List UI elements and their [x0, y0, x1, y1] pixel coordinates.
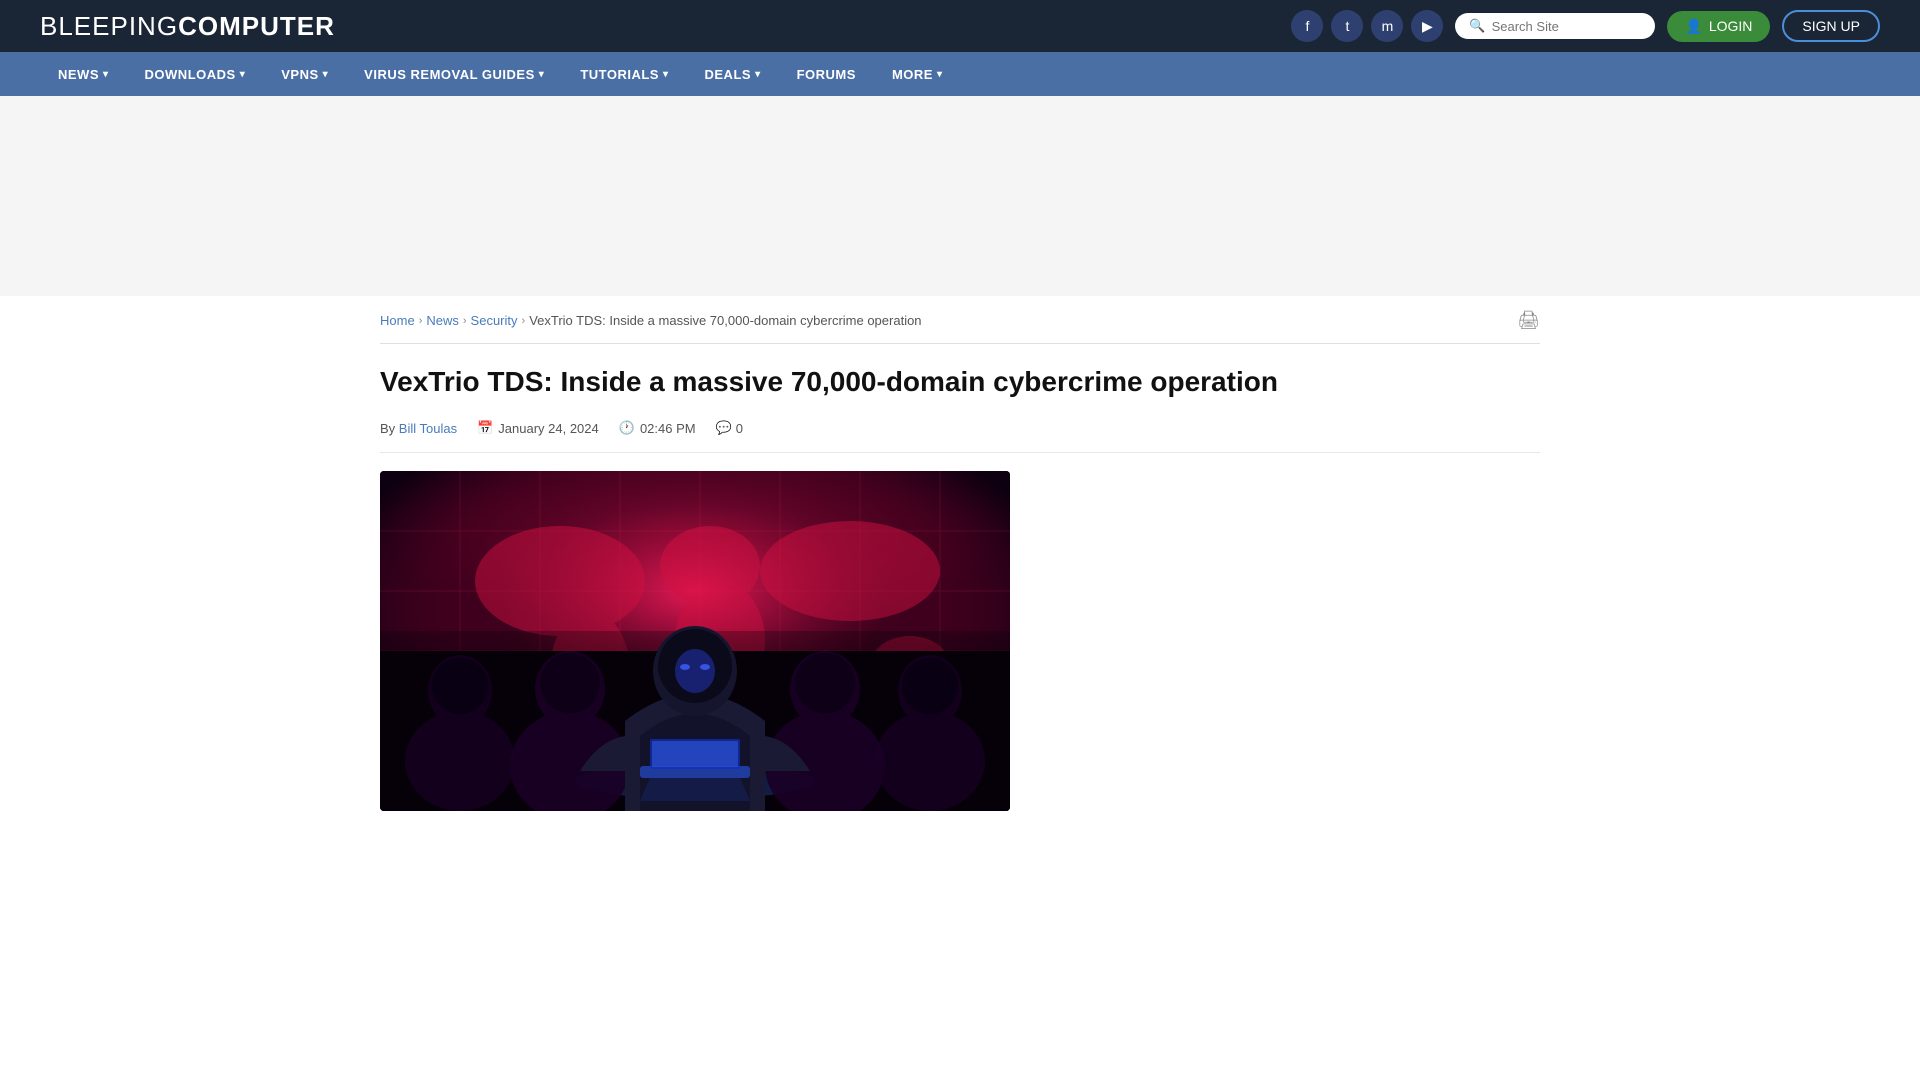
calendar-icon: 📅	[477, 420, 493, 436]
nav-item-deals[interactable]: DEALS ▾	[687, 52, 779, 96]
article-title: VexTrio TDS: Inside a massive 70,000-dom…	[380, 364, 1540, 400]
search-icon: 🔍	[1469, 18, 1485, 34]
chevron-down-icon: ▾	[937, 69, 943, 80]
comments-meta[interactable]: 💬 0	[716, 420, 743, 436]
login-button[interactable]: 👤 LOGIN	[1667, 11, 1770, 42]
chevron-down-icon: ▾	[539, 69, 545, 80]
nav-item-more[interactable]: MORE ▾	[874, 52, 961, 96]
main-content: Home › News › Security › VexTrio TDS: In…	[360, 296, 1560, 811]
nav-tutorials-label: TUTORIALS	[580, 67, 659, 82]
comments-count: 0	[736, 421, 743, 436]
nav-vpns-label: VPNS	[281, 67, 318, 82]
chevron-down-icon: ▾	[663, 69, 669, 80]
nav-item-downloads[interactable]: DOWNLOADS ▾	[127, 52, 264, 96]
print-icon[interactable]: 🖨	[1517, 310, 1540, 331]
breadcrumb-sep-1: ›	[419, 315, 423, 327]
social-icons-group: f t m ▶	[1291, 10, 1443, 42]
breadcrumb-sep-3: ›	[522, 315, 526, 327]
search-input[interactable]	[1492, 19, 1642, 34]
chevron-down-icon: ▾	[103, 69, 109, 80]
article-date: January 24, 2024	[498, 421, 598, 436]
clock-icon: 🕐	[619, 420, 635, 436]
twitter-icon[interactable]: t	[1331, 10, 1363, 42]
breadcrumb-security[interactable]: Security	[471, 313, 518, 328]
chevron-down-icon: ▾	[323, 69, 329, 80]
nav-news-label: NEWS	[58, 67, 99, 82]
logo-text-normal: BLEEPING	[40, 11, 178, 41]
login-label: LOGIN	[1709, 18, 1753, 34]
breadcrumb-news[interactable]: News	[426, 313, 459, 328]
header-right: f t m ▶ 🔍 👤 LOGIN SIGN UP	[1291, 10, 1880, 42]
author-label: By Bill Toulas	[380, 421, 457, 436]
main-nav: NEWS ▾ DOWNLOADS ▾ VPNS ▾ VIRUS REMOVAL …	[0, 52, 1920, 96]
breadcrumb-bar: Home › News › Security › VexTrio TDS: In…	[380, 296, 1540, 344]
login-user-icon: 👤	[1685, 18, 1702, 35]
youtube-icon[interactable]: ▶	[1411, 10, 1443, 42]
search-box[interactable]: 🔍	[1455, 13, 1655, 39]
date-meta: 📅 January 24, 2024	[477, 420, 599, 436]
nav-forums-label: FORUMS	[797, 67, 856, 82]
signup-label: SIGN UP	[1802, 18, 1860, 34]
comment-icon: 💬	[716, 420, 732, 436]
article-image	[380, 471, 1010, 811]
nav-downloads-label: DOWNLOADS	[145, 67, 236, 82]
hacker-illustration	[380, 471, 1010, 811]
article-meta: By Bill Toulas 📅 January 24, 2024 🕐 02:4…	[380, 420, 1540, 453]
nav-item-vpns[interactable]: VPNS ▾	[263, 52, 346, 96]
chevron-down-icon: ▾	[755, 69, 761, 80]
nav-more-label: MORE	[892, 67, 933, 82]
nav-virus-label: VIRUS REMOVAL GUIDES	[364, 67, 535, 82]
advertisement-banner	[0, 96, 1920, 296]
nav-item-forums[interactable]: FORUMS	[779, 52, 874, 96]
nav-item-virus-removal[interactable]: VIRUS REMOVAL GUIDES ▾	[346, 52, 562, 96]
breadcrumb-sep-2: ›	[463, 315, 467, 327]
site-logo[interactable]: BLEEPINGCOMPUTER	[40, 11, 335, 42]
signup-button[interactable]: SIGN UP	[1782, 10, 1880, 42]
chevron-down-icon: ▾	[240, 69, 246, 80]
nav-deals-label: DEALS	[705, 67, 752, 82]
mastodon-icon[interactable]: m	[1371, 10, 1403, 42]
article-time: 02:46 PM	[640, 421, 696, 436]
logo-text-bold: COMPUTER	[178, 11, 335, 41]
nav-item-tutorials[interactable]: TUTORIALS ▾	[562, 52, 686, 96]
nav-item-news[interactable]: NEWS ▾	[40, 52, 127, 96]
breadcrumb-current: VexTrio TDS: Inside a massive 70,000-dom…	[529, 313, 921, 328]
author-link[interactable]: Bill Toulas	[399, 421, 457, 436]
time-meta: 🕐 02:46 PM	[619, 420, 696, 436]
site-header: BLEEPINGCOMPUTER f t m ▶ 🔍 👤 LOGIN SIGN …	[0, 0, 1920, 52]
breadcrumb: Home › News › Security › VexTrio TDS: In…	[380, 313, 922, 328]
facebook-icon[interactable]: f	[1291, 10, 1323, 42]
breadcrumb-home[interactable]: Home	[380, 313, 415, 328]
